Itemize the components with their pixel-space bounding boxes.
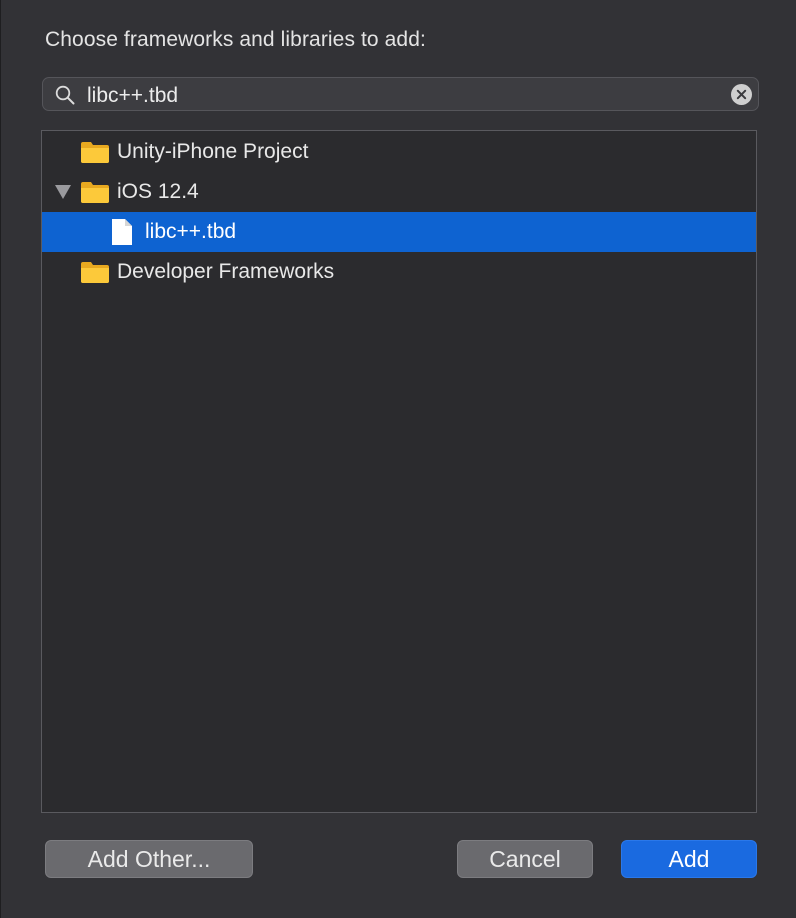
tree-row-developer-frameworks[interactable]: Developer Frameworks — [42, 252, 756, 292]
add-button[interactable]: Add — [621, 840, 757, 878]
tree-row-label: libc++.tbd — [145, 220, 237, 243]
document-icon — [112, 219, 132, 245]
disclosure-triangle-icon[interactable] — [55, 185, 71, 199]
magnifying-glass-icon — [55, 85, 75, 105]
folder-icon — [81, 142, 109, 163]
dialog-prompt: Choose frameworks and libraries to add: — [45, 28, 426, 51]
library-tree: Unity-iPhone Project iOS 12.4 libc++.tbd — [41, 130, 757, 813]
cancel-button[interactable]: Cancel — [457, 840, 593, 878]
add-other-button[interactable]: Add Other... — [45, 840, 253, 878]
tree-row-unity-iphone-project[interactable]: Unity-iPhone Project — [42, 132, 756, 172]
tree-row-libc-tbd[interactable]: libc++.tbd — [42, 212, 756, 252]
search-input-value[interactable]: libc++.tbd — [87, 84, 178, 108]
tree-row-ios-12-4[interactable]: iOS 12.4 — [42, 172, 756, 212]
framework-picker-dialog: Choose frameworks and libraries to add: … — [0, 0, 796, 918]
search-field[interactable]: libc++.tbd — [42, 77, 759, 111]
tree-row-label: iOS 12.4 — [117, 180, 199, 203]
tree-row-label: Unity-iPhone Project — [117, 140, 309, 163]
folder-icon — [81, 182, 109, 203]
tree-row-label: Developer Frameworks — [117, 260, 335, 283]
folder-icon — [81, 262, 109, 283]
clear-x-icon[interactable] — [731, 84, 752, 105]
